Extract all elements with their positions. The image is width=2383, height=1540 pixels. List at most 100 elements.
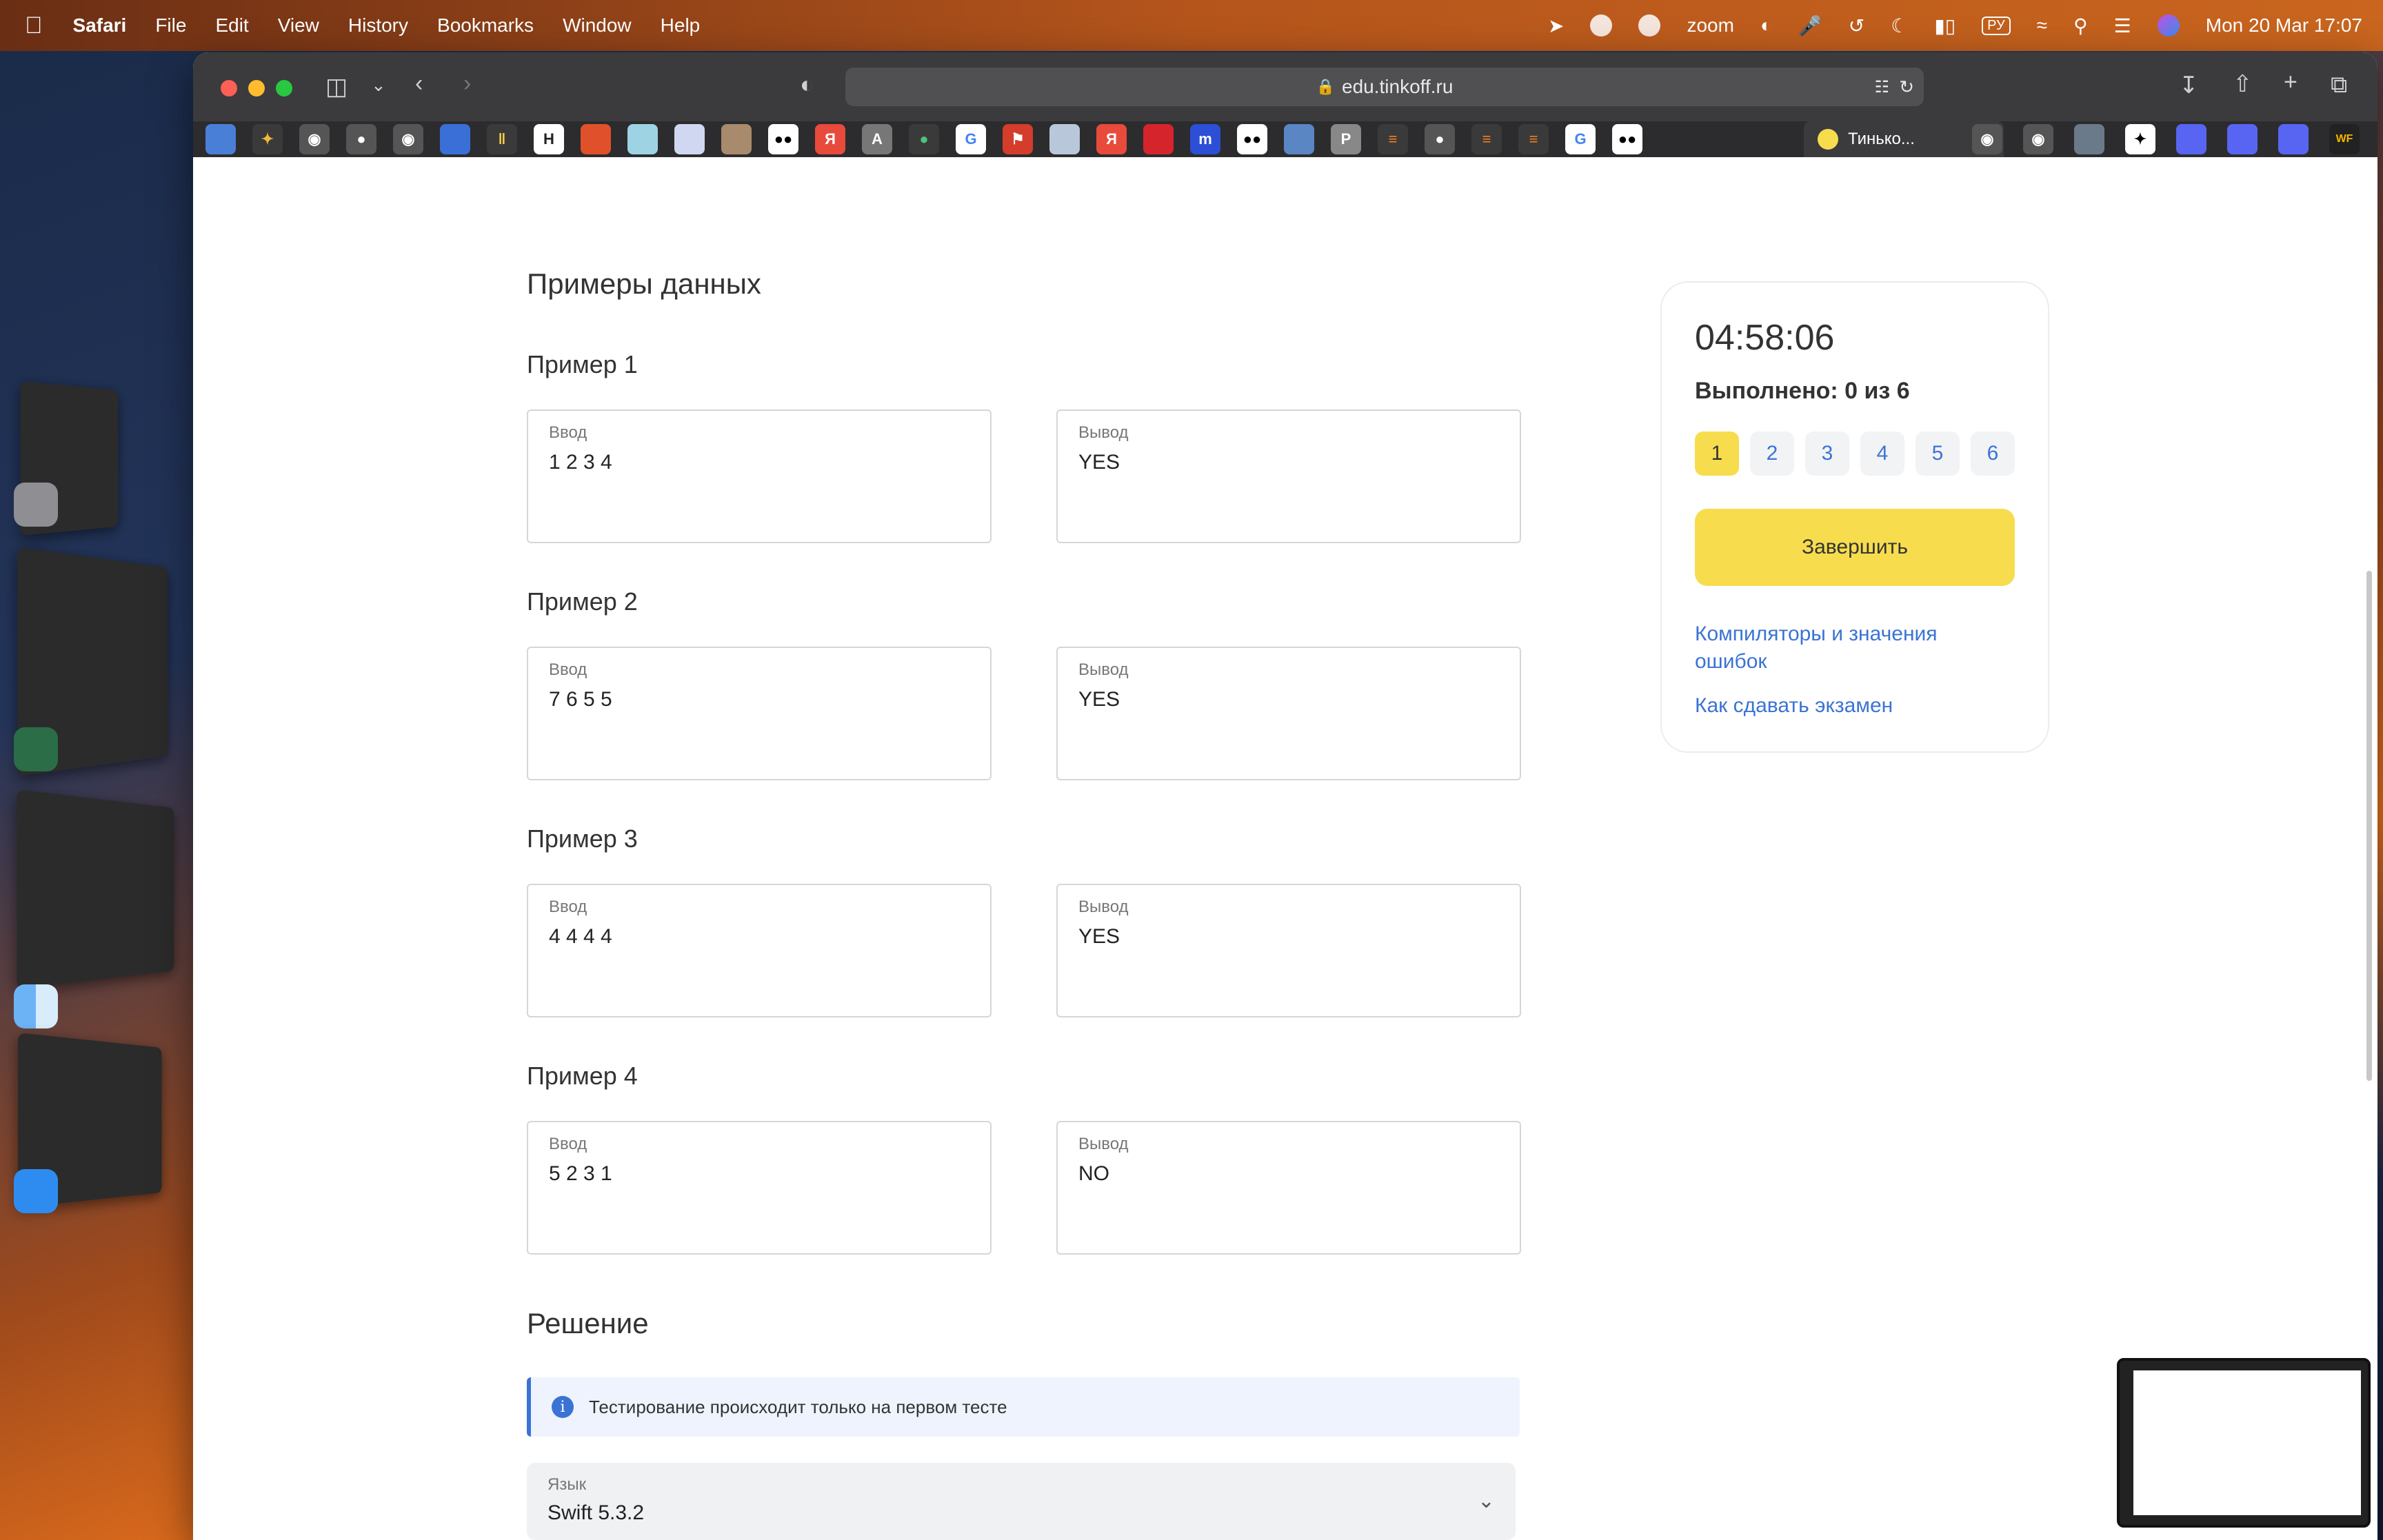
pinned-tab-icon[interactable]: ‖ (487, 124, 517, 154)
task-number-button[interactable]: 3 (1805, 432, 1849, 476)
pinned-tab-icon[interactable]: ⚑ (1003, 124, 1033, 154)
forward-button[interactable]: › (463, 70, 471, 97)
share-icon[interactable]: ⇧ (2233, 70, 2253, 98)
pinned-tab-icon[interactable] (1143, 124, 1174, 154)
apple-menu-icon[interactable]:  (25, 12, 43, 39)
siri-icon[interactable] (2157, 14, 2180, 37)
menu-bookmarks[interactable]: Bookmarks (437, 14, 534, 37)
menu-window[interactable]: Window (563, 14, 632, 37)
globe-icon[interactable]: ◉ (2023, 124, 2053, 154)
pinned-tab-icon[interactable]: A (862, 124, 892, 154)
globe-icon[interactable]: ◉ (1972, 124, 2002, 154)
pinned-tab-icon[interactable]: ● (909, 124, 939, 154)
menu-file[interactable]: File (155, 14, 186, 37)
menu-help[interactable]: Help (661, 14, 701, 37)
example-input-box[interactable]: Ввод 4 4 4 4 (527, 884, 992, 1017)
reload-icon[interactable]: ↻ (1899, 77, 1914, 98)
pinned-tab-icon[interactable] (1284, 124, 1314, 154)
spotlight-search-icon[interactable]: ⚲ (2073, 14, 2088, 37)
pinned-tab-icon[interactable]: ✦ (2125, 124, 2155, 154)
apple-icon[interactable]: ● (1425, 124, 1455, 154)
pinned-tab-icon[interactable]: P (1331, 124, 1361, 154)
discord-icon[interactable] (2227, 124, 2258, 154)
apple-icon[interactable]: ● (346, 124, 376, 154)
microphone-icon[interactable]: 🎤 (1798, 14, 1822, 37)
pinned-tab-icon[interactable]: WF (2329, 124, 2360, 154)
stackoverflow-icon[interactable]: ≡ (1471, 124, 1502, 154)
translate-tab-icon[interactable] (440, 124, 470, 154)
google-icon[interactable]: G (1565, 124, 1596, 154)
pinned-tab-icon[interactable]: H (534, 124, 564, 154)
pinned-tab-icon[interactable]: m (1190, 124, 1220, 154)
pinned-tab-icon[interactable] (2074, 124, 2104, 154)
medium-icon[interactable]: ●● (1612, 124, 1642, 154)
status-circle-icon[interactable] (1590, 14, 1613, 37)
discord-icon[interactable] (2176, 124, 2206, 154)
menu-app-name[interactable]: Safari (73, 14, 127, 37)
task-number-button[interactable]: 5 (1916, 432, 1960, 476)
example-input-box[interactable]: Ввод 7 6 5 5 (527, 647, 992, 780)
pinned-tab-icon[interactable] (627, 124, 658, 154)
compilers-link[interactable]: Компиляторы и значения ошибок (1695, 620, 1998, 676)
keyboard-layout[interactable]: РУ (1982, 16, 2011, 35)
address-bar[interactable]: 🔒 edu.tinkoff.ru ☷ ↻ (845, 68, 1924, 106)
battery-icon[interactable]: ▮▯ (1934, 14, 1955, 37)
screenshot-preview-thumbnail[interactable] (2117, 1358, 2371, 1528)
pinned-tab-icon[interactable] (674, 124, 705, 154)
github-icon[interactable]: ◉ (393, 124, 423, 154)
task-number-button[interactable]: 4 (1860, 432, 1904, 476)
tab-overview-icon[interactable]: ⧉ (2331, 72, 2347, 99)
page-scrollbar[interactable] (2366, 571, 2372, 1081)
medium-icon[interactable]: ●● (1237, 124, 1267, 154)
wechat-icon[interactable] (1638, 14, 1661, 37)
example-output-box[interactable]: Вывод NO (1056, 1121, 1521, 1255)
system-settings-icon[interactable] (14, 483, 58, 527)
new-tab-icon[interactable]: + (2284, 69, 2297, 96)
zoom-window-button[interactable] (276, 80, 292, 97)
app-store-icon[interactable] (14, 1169, 58, 1213)
privacy-shield-icon[interactable]: ◐ (800, 72, 814, 99)
pinned-tab-icon[interactable] (581, 124, 611, 154)
menu-history[interactable]: History (348, 14, 408, 37)
close-window-button[interactable] (221, 80, 237, 97)
example-input-box[interactable]: Ввод 1 2 3 4 (527, 409, 992, 543)
stage-window-thumbnail[interactable] (17, 789, 174, 989)
yandex-icon[interactable]: Я (815, 124, 845, 154)
stackoverflow-icon[interactable]: ≡ (1378, 124, 1408, 154)
pinned-tab-icon[interactable] (205, 124, 236, 154)
finish-button[interactable]: Завершить (1695, 509, 2015, 586)
menu-view[interactable]: View (278, 14, 319, 37)
language-select[interactable]: Язык Swift 5.3.2 ⌄ (527, 1463, 1516, 1540)
money-app-icon[interactable] (14, 727, 58, 771)
discord-icon[interactable] (2278, 124, 2309, 154)
location-icon[interactable]: ➤ (1548, 14, 1564, 37)
translate-icon[interactable]: ☷ (1874, 77, 1889, 97)
stackoverflow-icon[interactable]: ≡ (1518, 124, 1549, 154)
task-number-button[interactable]: 1 (1695, 432, 1739, 476)
finder-icon[interactable] (14, 984, 58, 1029)
minimize-window-button[interactable] (248, 80, 265, 97)
task-number-button[interactable]: 2 (1750, 432, 1794, 476)
example-output-box[interactable]: Вывод YES (1056, 409, 1521, 543)
back-button[interactable]: ‹ (415, 70, 423, 97)
example-output-box[interactable]: Вывод YES (1056, 884, 1521, 1017)
pinned-tab-icon[interactable] (1049, 124, 1080, 154)
time-machine-icon[interactable]: ↺ (1849, 14, 1864, 37)
globe-icon[interactable]: ◉ (299, 124, 330, 154)
example-output-box[interactable]: Вывод YES (1056, 647, 1521, 780)
wifi-icon[interactable]: ≈ (2037, 14, 2047, 37)
downloads-icon[interactable]: ↧ (2179, 72, 2199, 99)
chevron-down-icon[interactable]: ⌄ (371, 74, 386, 96)
example-input-box[interactable]: Ввод 5 2 3 1 (527, 1121, 992, 1255)
menu-edit[interactable]: Edit (215, 14, 248, 37)
control-center-icon[interactable]: ☰ (2114, 14, 2131, 37)
sidebar-toggle-icon[interactable]: ◫ (325, 73, 348, 101)
dark-mode-moon-icon[interactable]: ☾ (1891, 14, 1908, 37)
exam-guide-link[interactable]: Как сдавать экзамен (1695, 692, 1998, 720)
contrast-icon[interactable]: ◐ (1760, 14, 1772, 37)
clock[interactable]: Mon 20 Mar 17:07 (2206, 14, 2362, 37)
pinned-tab-icon[interactable] (721, 124, 752, 154)
pinned-tab-icon[interactable]: ✦ (252, 124, 283, 154)
task-number-button[interactable]: 6 (1971, 432, 2015, 476)
yandex-icon[interactable]: Я (1096, 124, 1127, 154)
